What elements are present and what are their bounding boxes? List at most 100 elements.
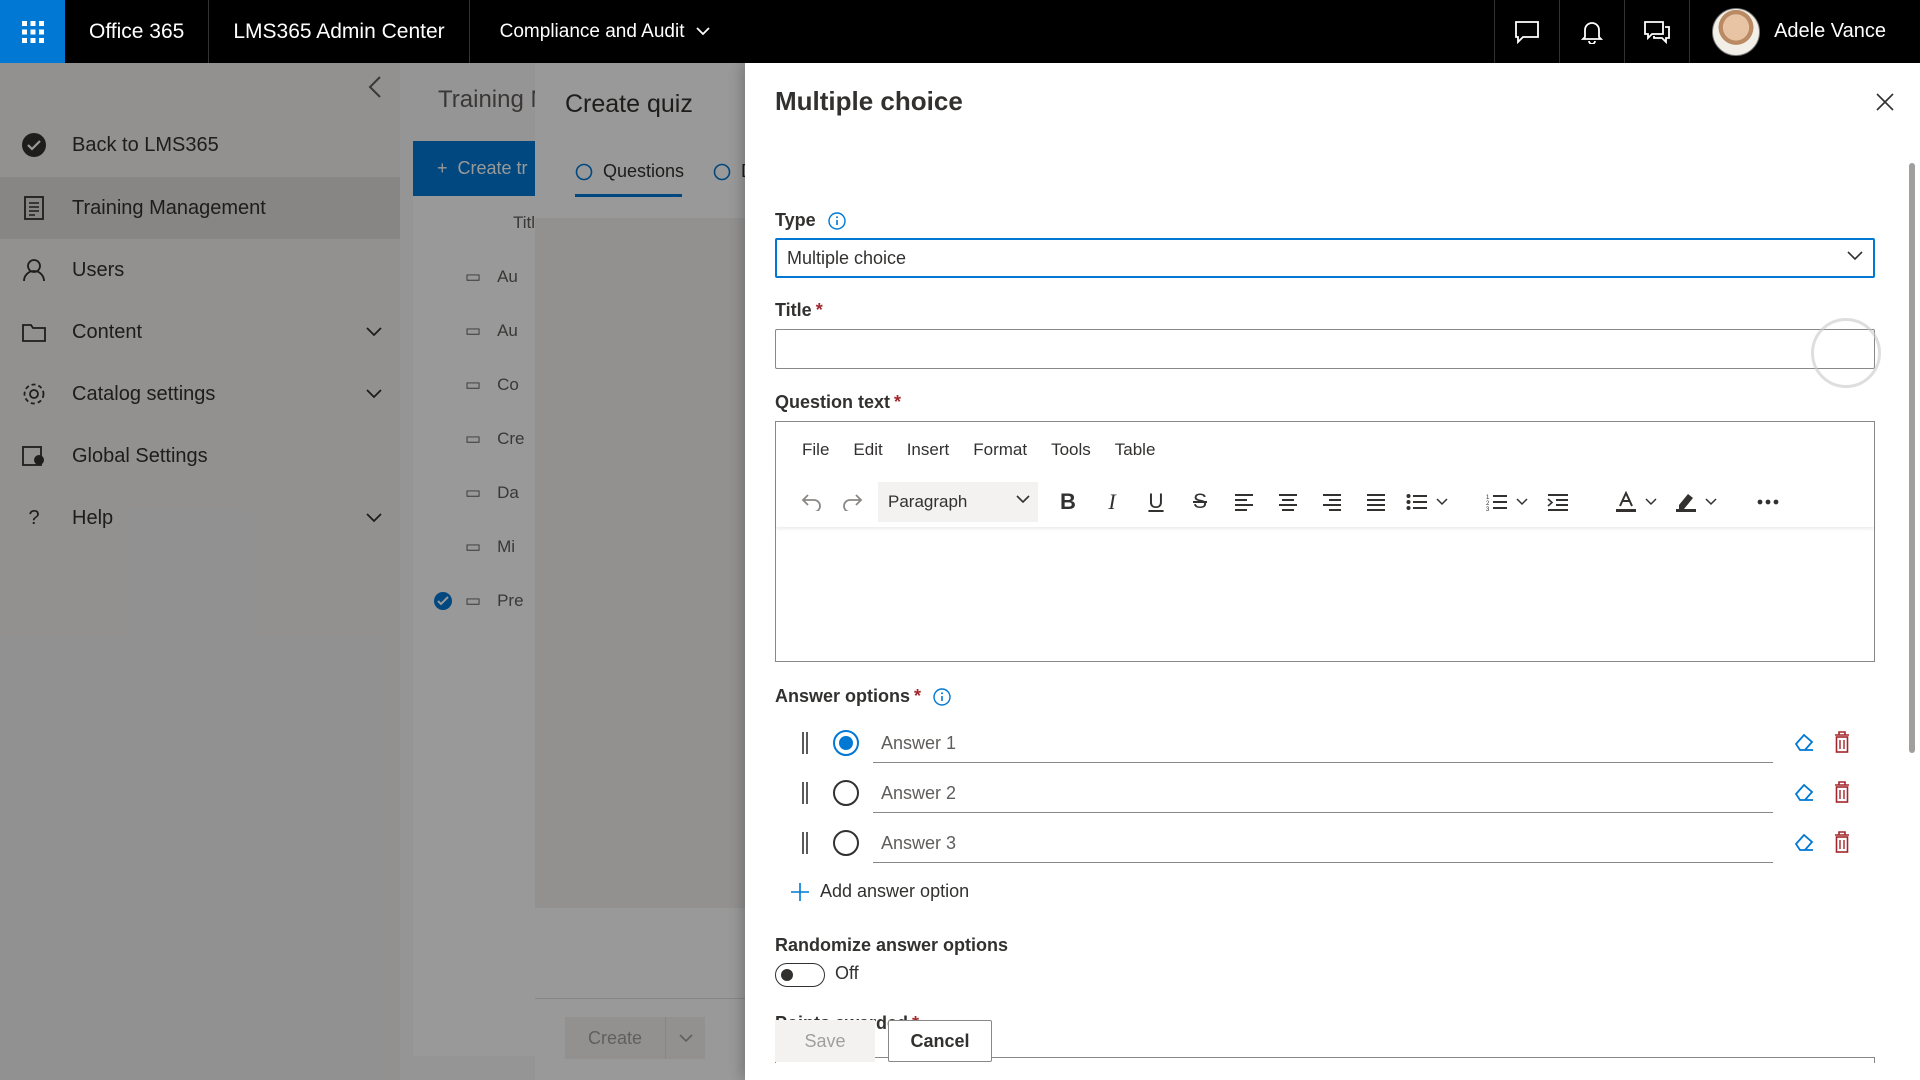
numbered-list-button[interactable]: 123 [1478, 482, 1536, 522]
strikethrough-icon: S [1192, 490, 1207, 513]
answer-input[interactable]: Answer 3 [873, 823, 1773, 863]
title-label: Title * [775, 300, 823, 321]
nav-label: Compliance and Audit [499, 20, 685, 42]
dropdown-value: Multiple choice [787, 247, 907, 268]
notifications-button[interactable] [1559, 0, 1624, 63]
multiple-choice-panel: Multiple choice Type Multiple choice Tit… [745, 63, 1920, 1080]
italic-button[interactable]: I [1090, 482, 1134, 522]
justify-button[interactable] [1354, 482, 1398, 522]
user-name: Adele Vance [1774, 20, 1886, 42]
align-center-icon [1279, 494, 1297, 511]
answer-input[interactable]: Answer 1 [873, 723, 1773, 763]
delete-icon[interactable] [1834, 731, 1850, 753]
drag-handle-icon[interactable] [801, 732, 809, 754]
eraser-icon[interactable] [1793, 832, 1815, 852]
correct-answer-radio[interactable] [833, 830, 859, 856]
chevron-down-icon [1516, 498, 1528, 506]
text-color-icon [1616, 491, 1636, 512]
randomize-toggle[interactable] [775, 963, 825, 987]
highlighter-icon [1676, 494, 1696, 512]
bold-icon: B [1060, 489, 1076, 514]
align-right-icon [1323, 494, 1341, 511]
drag-handle-icon[interactable] [801, 782, 809, 804]
menu-format[interactable]: Format [961, 440, 1039, 460]
office-365-link[interactable]: Office 365 [65, 0, 210, 63]
chat-button[interactable] [1624, 0, 1689, 63]
align-center-button[interactable] [1266, 482, 1310, 522]
chevron-down-icon [696, 27, 711, 36]
app-launcher-button[interactable] [0, 0, 65, 63]
eraser-icon[interactable] [1793, 782, 1815, 802]
rich-text-editor: File Edit Insert Format Tools Table Para… [775, 421, 1875, 662]
bullet-list-button[interactable] [1398, 482, 1456, 522]
cancel-button[interactable]: Cancel [888, 1020, 992, 1062]
indent-button[interactable] [1536, 482, 1580, 522]
answer-option-3: Answer 3 [775, 818, 1875, 868]
menu-tools[interactable]: Tools [1039, 440, 1103, 460]
menu-table[interactable]: Table [1103, 440, 1168, 460]
feedback-button[interactable] [1494, 0, 1559, 63]
scrollbar[interactable] [1906, 143, 1918, 1063]
italic-icon: I [1108, 489, 1116, 514]
plus-icon [791, 882, 809, 901]
correct-answer-radio[interactable] [833, 780, 859, 806]
info-icon[interactable] [933, 687, 951, 706]
menu-insert[interactable]: Insert [895, 440, 962, 460]
chevron-down-icon [1016, 495, 1030, 504]
underline-icon: U [1148, 490, 1164, 513]
type-label: Type [775, 210, 846, 231]
drag-handle-icon[interactable] [801, 832, 809, 854]
chevron-down-icon [1847, 251, 1863, 261]
type-dropdown[interactable]: Multiple choice [775, 238, 1875, 278]
align-left-icon [1235, 494, 1253, 511]
label-text: Question text [775, 392, 891, 412]
menu-file[interactable]: File [790, 440, 841, 460]
required-mark: * [894, 392, 902, 412]
eraser-icon[interactable] [1793, 732, 1815, 752]
correct-answer-radio[interactable] [833, 730, 859, 756]
strikethrough-button[interactable]: S [1178, 482, 1222, 522]
more-options-button[interactable] [1746, 482, 1790, 522]
menu-edit[interactable]: Edit [841, 440, 894, 460]
bold-button[interactable]: B [1046, 482, 1090, 522]
align-left-button[interactable] [1222, 482, 1266, 522]
chevron-down-icon [1645, 498, 1657, 506]
dropdown-value: Paragraph [888, 492, 968, 511]
required-mark: * [914, 686, 922, 706]
panel-content: Type Multiple choice Title * Question te… [745, 143, 1920, 1063]
answer-input[interactable]: Answer 2 [873, 773, 1773, 813]
text-color-button[interactable] [1606, 482, 1666, 522]
title-input[interactable] [775, 329, 1875, 369]
delete-icon[interactable] [1834, 831, 1850, 853]
user-menu[interactable]: Adele Vance [1689, 0, 1920, 63]
redo-button[interactable] [832, 482, 872, 522]
undo-button[interactable] [792, 482, 832, 522]
question-text-label: Question text * [775, 392, 901, 413]
editor-menubar: File Edit Insert Format Tools Table [776, 422, 1874, 477]
label-text: Title [775, 300, 812, 320]
button-label: Add answer option [820, 881, 970, 901]
highlight-color-button[interactable] [1666, 482, 1726, 522]
editor-toolbar: Paragraph B I U S 1 2 3 [776, 477, 1874, 527]
more-icon [1757, 499, 1779, 505]
avatar [1712, 7, 1761, 56]
delete-icon[interactable] [1834, 781, 1850, 803]
bullet-list-icon [1406, 494, 1427, 510]
chevron-down-icon [1436, 498, 1448, 506]
info-icon[interactable] [827, 211, 846, 230]
answer-options-label: Answer options * [775, 686, 951, 707]
underline-button[interactable]: U [1134, 482, 1178, 522]
add-answer-option-button[interactable]: Add answer option [790, 881, 969, 902]
paragraph-format-dropdown[interactable]: Paragraph [878, 482, 1038, 522]
save-button[interactable]: Save [775, 1020, 875, 1062]
close-button[interactable] [1876, 93, 1894, 111]
undo-icon [801, 494, 821, 511]
editor-content-area[interactable] [776, 528, 1874, 661]
numbered-list-icon: 123 [1486, 495, 1507, 511]
scrollbar-thumb[interactable] [1909, 163, 1915, 753]
product-name: LMS365 Admin Center [233, 19, 445, 43]
admin-center-link[interactable]: LMS365 Admin Center [209, 0, 470, 63]
compliance-audit-menu[interactable]: Compliance and Audit [470, 0, 741, 63]
indent-icon [1547, 494, 1568, 511]
align-right-button[interactable] [1310, 482, 1354, 522]
